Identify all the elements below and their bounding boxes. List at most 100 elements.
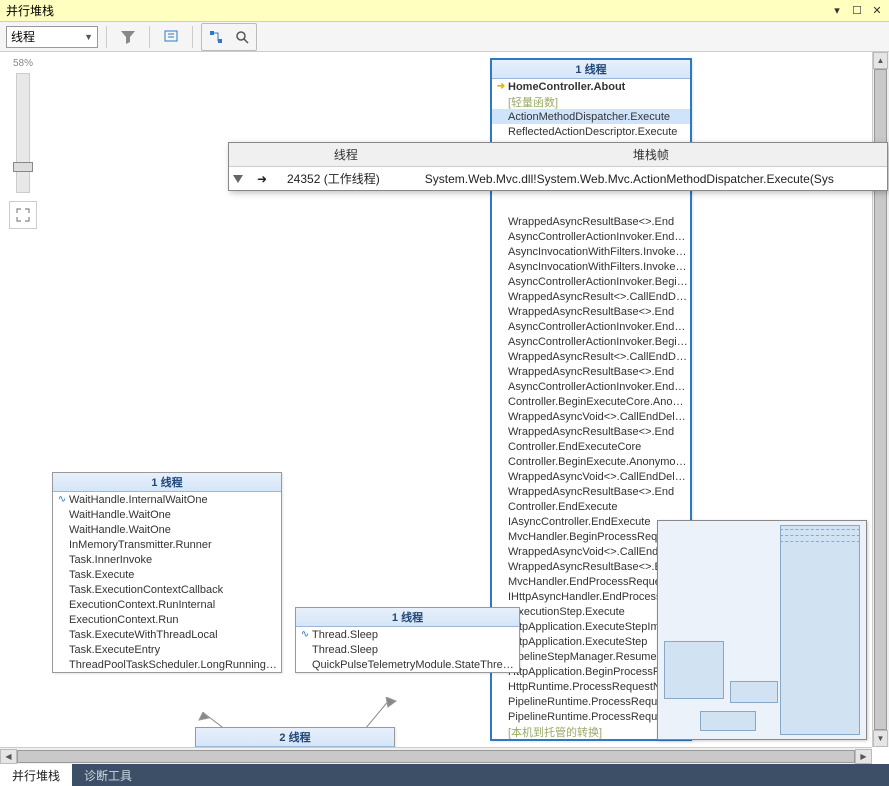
window-dropdown-icon[interactable]: ▾ (829, 4, 845, 18)
stack-frame-label: HttpApplication.ExecuteStepImpl (508, 621, 668, 633)
tab-parallel-stacks[interactable]: 并行堆栈 (0, 764, 72, 786)
zoom-slider[interactable] (16, 73, 30, 193)
stack-frame-row[interactable]: ∿Thread.Sleep (296, 627, 519, 642)
stack-frame-label: Controller.EndExecute (508, 501, 617, 513)
stack-box-header: 1 线程 (53, 473, 281, 492)
stack-frame-label: Task.ExecuteWithThreadLocal (69, 629, 218, 641)
scroll-thumb[interactable] (17, 750, 855, 763)
scroll-up-icon[interactable]: ▲ (873, 52, 888, 69)
stack-frame-row[interactable]: WrappedAsyncResultBase<>.End (492, 214, 690, 229)
stack-box-header: 1 线程 (492, 60, 690, 79)
auto-scroll-icon[interactable] (229, 25, 255, 49)
zoom-thumb[interactable] (13, 162, 33, 172)
zoom-percent: 58% (13, 58, 33, 69)
stack-frame-label: WrappedAsyncResultBase<>.End (508, 486, 674, 498)
stack-frame-label: ExecutionContext.Run (69, 614, 178, 626)
stack-frame-row[interactable]: ActionMethodDispatcher.Execute (492, 109, 690, 124)
stack-frame-row[interactable]: Controller.BeginExecuteCore.AnonymousMet… (492, 394, 690, 409)
stack-canvas[interactable]: 58% 1 线程 ➜HomeController.About[轻量函数]Acti… (0, 52, 889, 764)
frame-tooltip: 线程 堆栈帧 ➜ 24352 (工作线程) System.Web.Mvc.dll… (228, 142, 888, 191)
stack-frame-row[interactable]: ExecutionContext.RunInternal (53, 597, 281, 612)
stack-frame-label: AsyncControllerActionInvoker.EndInvokeAc… (508, 381, 688, 393)
view-combo[interactable]: 线程 ▼ (6, 26, 98, 48)
stack-frame-row[interactable]: AsyncControllerActionInvoker.BeginInvoke… (492, 334, 690, 349)
stack-frame-label: AsyncControllerActionInvoker.EndInvokeAc… (508, 231, 688, 243)
flag-threads-icon[interactable] (158, 25, 184, 49)
stack-frame-row[interactable]: ExecutionContext.Run (53, 612, 281, 627)
filter-icon (233, 175, 243, 183)
horizontal-scrollbar[interactable]: ◀ ▶ (0, 747, 872, 764)
stack-frame-row[interactable]: WrappedAsyncResultBase<>.End (492, 484, 690, 499)
toolbar-separator (192, 26, 193, 48)
minimap[interactable] (657, 520, 867, 740)
stack-frame-label: WrappedAsyncResult<>.CallEndDelegate (508, 351, 688, 363)
stack-frame-label: [轻量函数] (508, 94, 558, 109)
stack-frame-row[interactable]: Controller.EndExecute (492, 499, 690, 514)
stack-frame-row[interactable]: Task.ExecuteWithThreadLocal (53, 627, 281, 642)
stack-frame-label: WaitHandle.WaitOne (69, 509, 171, 521)
stack-frame-row[interactable]: WrappedAsyncResult<>.CallEndDelegate (492, 349, 690, 364)
toggle-method-icon[interactable] (203, 25, 229, 49)
stack-frame-row[interactable]: ReflectedActionDescriptor.Execute (492, 124, 690, 139)
stack-frame-label: WrappedAsyncResultBase<>.End (508, 216, 674, 228)
stack-frame-row[interactable]: WrappedAsyncVoid<>.CallEndDelegate (492, 409, 690, 424)
stack-frame-row[interactable]: QuickPulseTelemetryModule.StateThreadWor… (296, 657, 519, 672)
stack-frame-label: AsyncControllerActionInvoker.EndInvokeAc… (508, 321, 688, 333)
stack-box-left[interactable]: 1 线程 ∿WaitHandle.InternalWaitOneWaitHand… (52, 472, 282, 673)
stack-frame-label: WrappedAsyncVoid<>.CallEndDelegate (508, 471, 688, 483)
stack-frame-row[interactable]: InMemoryTransmitter.Runner (53, 537, 281, 552)
stack-frame-row[interactable]: Task.Execute (53, 567, 281, 582)
stack-frame-label: AsyncInvocationWithFilters.InvokeActionM… (508, 261, 688, 273)
stack-frame-row[interactable]: WrappedAsyncResultBase<>.End (492, 304, 690, 319)
stack-frame-row[interactable]: Task.InnerInvoke (53, 552, 281, 567)
stack-frame-label: Controller.BeginExecuteCore.AnonymousMet… (508, 396, 688, 408)
stack-frame-row[interactable]: WrappedAsyncResult<>.CallEndDelegate (492, 289, 690, 304)
stack-frame-label: WrappedAsyncResultBase<>.End (508, 366, 674, 378)
stack-frame-row[interactable]: ∿WaitHandle.InternalWaitOne (53, 492, 281, 507)
stack-frame-row[interactable]: WaitHandle.WaitOne (53, 507, 281, 522)
stack-frame-row[interactable]: WrappedAsyncVoid<>.CallEndDelegate (492, 469, 690, 484)
scroll-track[interactable] (17, 749, 855, 764)
window-maximize-icon[interactable]: ☐ (849, 4, 865, 18)
stack-frame-row[interactable]: Thread.Sleep (296, 642, 519, 657)
stack-box-mid[interactable]: 1 线程 ∿Thread.SleepThread.SleepQuickPulse… (295, 607, 520, 673)
tooltip-col-frame: 堆栈帧 (415, 143, 887, 167)
stack-frame-row[interactable] (492, 199, 690, 214)
stack-frame-row[interactable]: Controller.EndExecuteCore (492, 439, 690, 454)
view-combo-label: 线程 (11, 28, 35, 45)
tooltip-frame: System.Web.Mvc.dll!System.Web.Mvc.Action… (415, 167, 887, 191)
stack-frame-row[interactable]: [轻量函数] (492, 94, 690, 109)
tab-diagnostics[interactable]: 诊断工具 (72, 764, 144, 786)
scroll-right-icon[interactable]: ▶ (855, 749, 872, 764)
stack-frame-label: WaitHandle.InternalWaitOne (69, 494, 208, 506)
stack-frame-label: QuickPulseTelemetryModule.StateThreadWor… (312, 659, 517, 671)
stack-frame-row[interactable]: WaitHandle.WaitOne (53, 522, 281, 537)
stack-frame-row[interactable]: ThreadPoolTaskScheduler.LongRunningThrea… (53, 657, 281, 672)
stack-frame-row[interactable]: AsyncInvocationWithFilters.InvokeActionM… (492, 244, 690, 259)
toggle-group (201, 23, 257, 51)
stack-frame-label: WrappedAsyncResultBase<>.End (508, 561, 674, 573)
window-close-icon[interactable]: ✕ (869, 4, 885, 18)
stack-frame-label: WrappedAsyncResultBase<>.End (508, 426, 674, 438)
stack-frame-row[interactable]: AsyncControllerActionInvoker.EndInvokeAc… (492, 319, 690, 334)
stack-frame-label: AsyncInvocationWithFilters.InvokeActionM… (508, 246, 688, 258)
stack-frame-row[interactable]: Controller.BeginExecute.AnonymousMethod_… (492, 454, 690, 469)
stack-frame-row[interactable]: ➜HomeController.About (492, 79, 690, 94)
stack-frame-row[interactable]: AsyncControllerActionInvoker.EndInvokeAc… (492, 229, 690, 244)
stack-frame-row[interactable]: Task.ExecuteEntry (53, 642, 281, 657)
stack-frame-label: Task.ExecutionContextCallback (69, 584, 223, 596)
fit-to-screen-icon[interactable] (9, 201, 37, 229)
stack-frame-row[interactable]: Task.ExecutionContextCallback (53, 582, 281, 597)
stack-frame-row[interactable]: AsyncControllerActionInvoker.BeginInvoke… (492, 274, 690, 289)
zoom-controls: 58% (8, 58, 38, 229)
filter-icon[interactable] (115, 25, 141, 49)
toolbar-separator (106, 26, 107, 48)
scroll-left-icon[interactable]: ◀ (0, 749, 17, 764)
stack-frame-row[interactable]: AsyncInvocationWithFilters.InvokeActionM… (492, 259, 690, 274)
stack-frame-row[interactable]: WrappedAsyncResultBase<>.End (492, 424, 690, 439)
stack-frame-label: WrappedAsyncResultBase<>.End (508, 306, 674, 318)
stack-frame-row[interactable]: AsyncControllerActionInvoker.EndInvokeAc… (492, 379, 690, 394)
stack-frame-row[interactable]: WrappedAsyncResultBase<>.End (492, 364, 690, 379)
stack-frame-label: WrappedAsyncResult<>.CallEndDelegate (508, 291, 688, 303)
scroll-down-icon[interactable]: ▼ (873, 730, 888, 747)
